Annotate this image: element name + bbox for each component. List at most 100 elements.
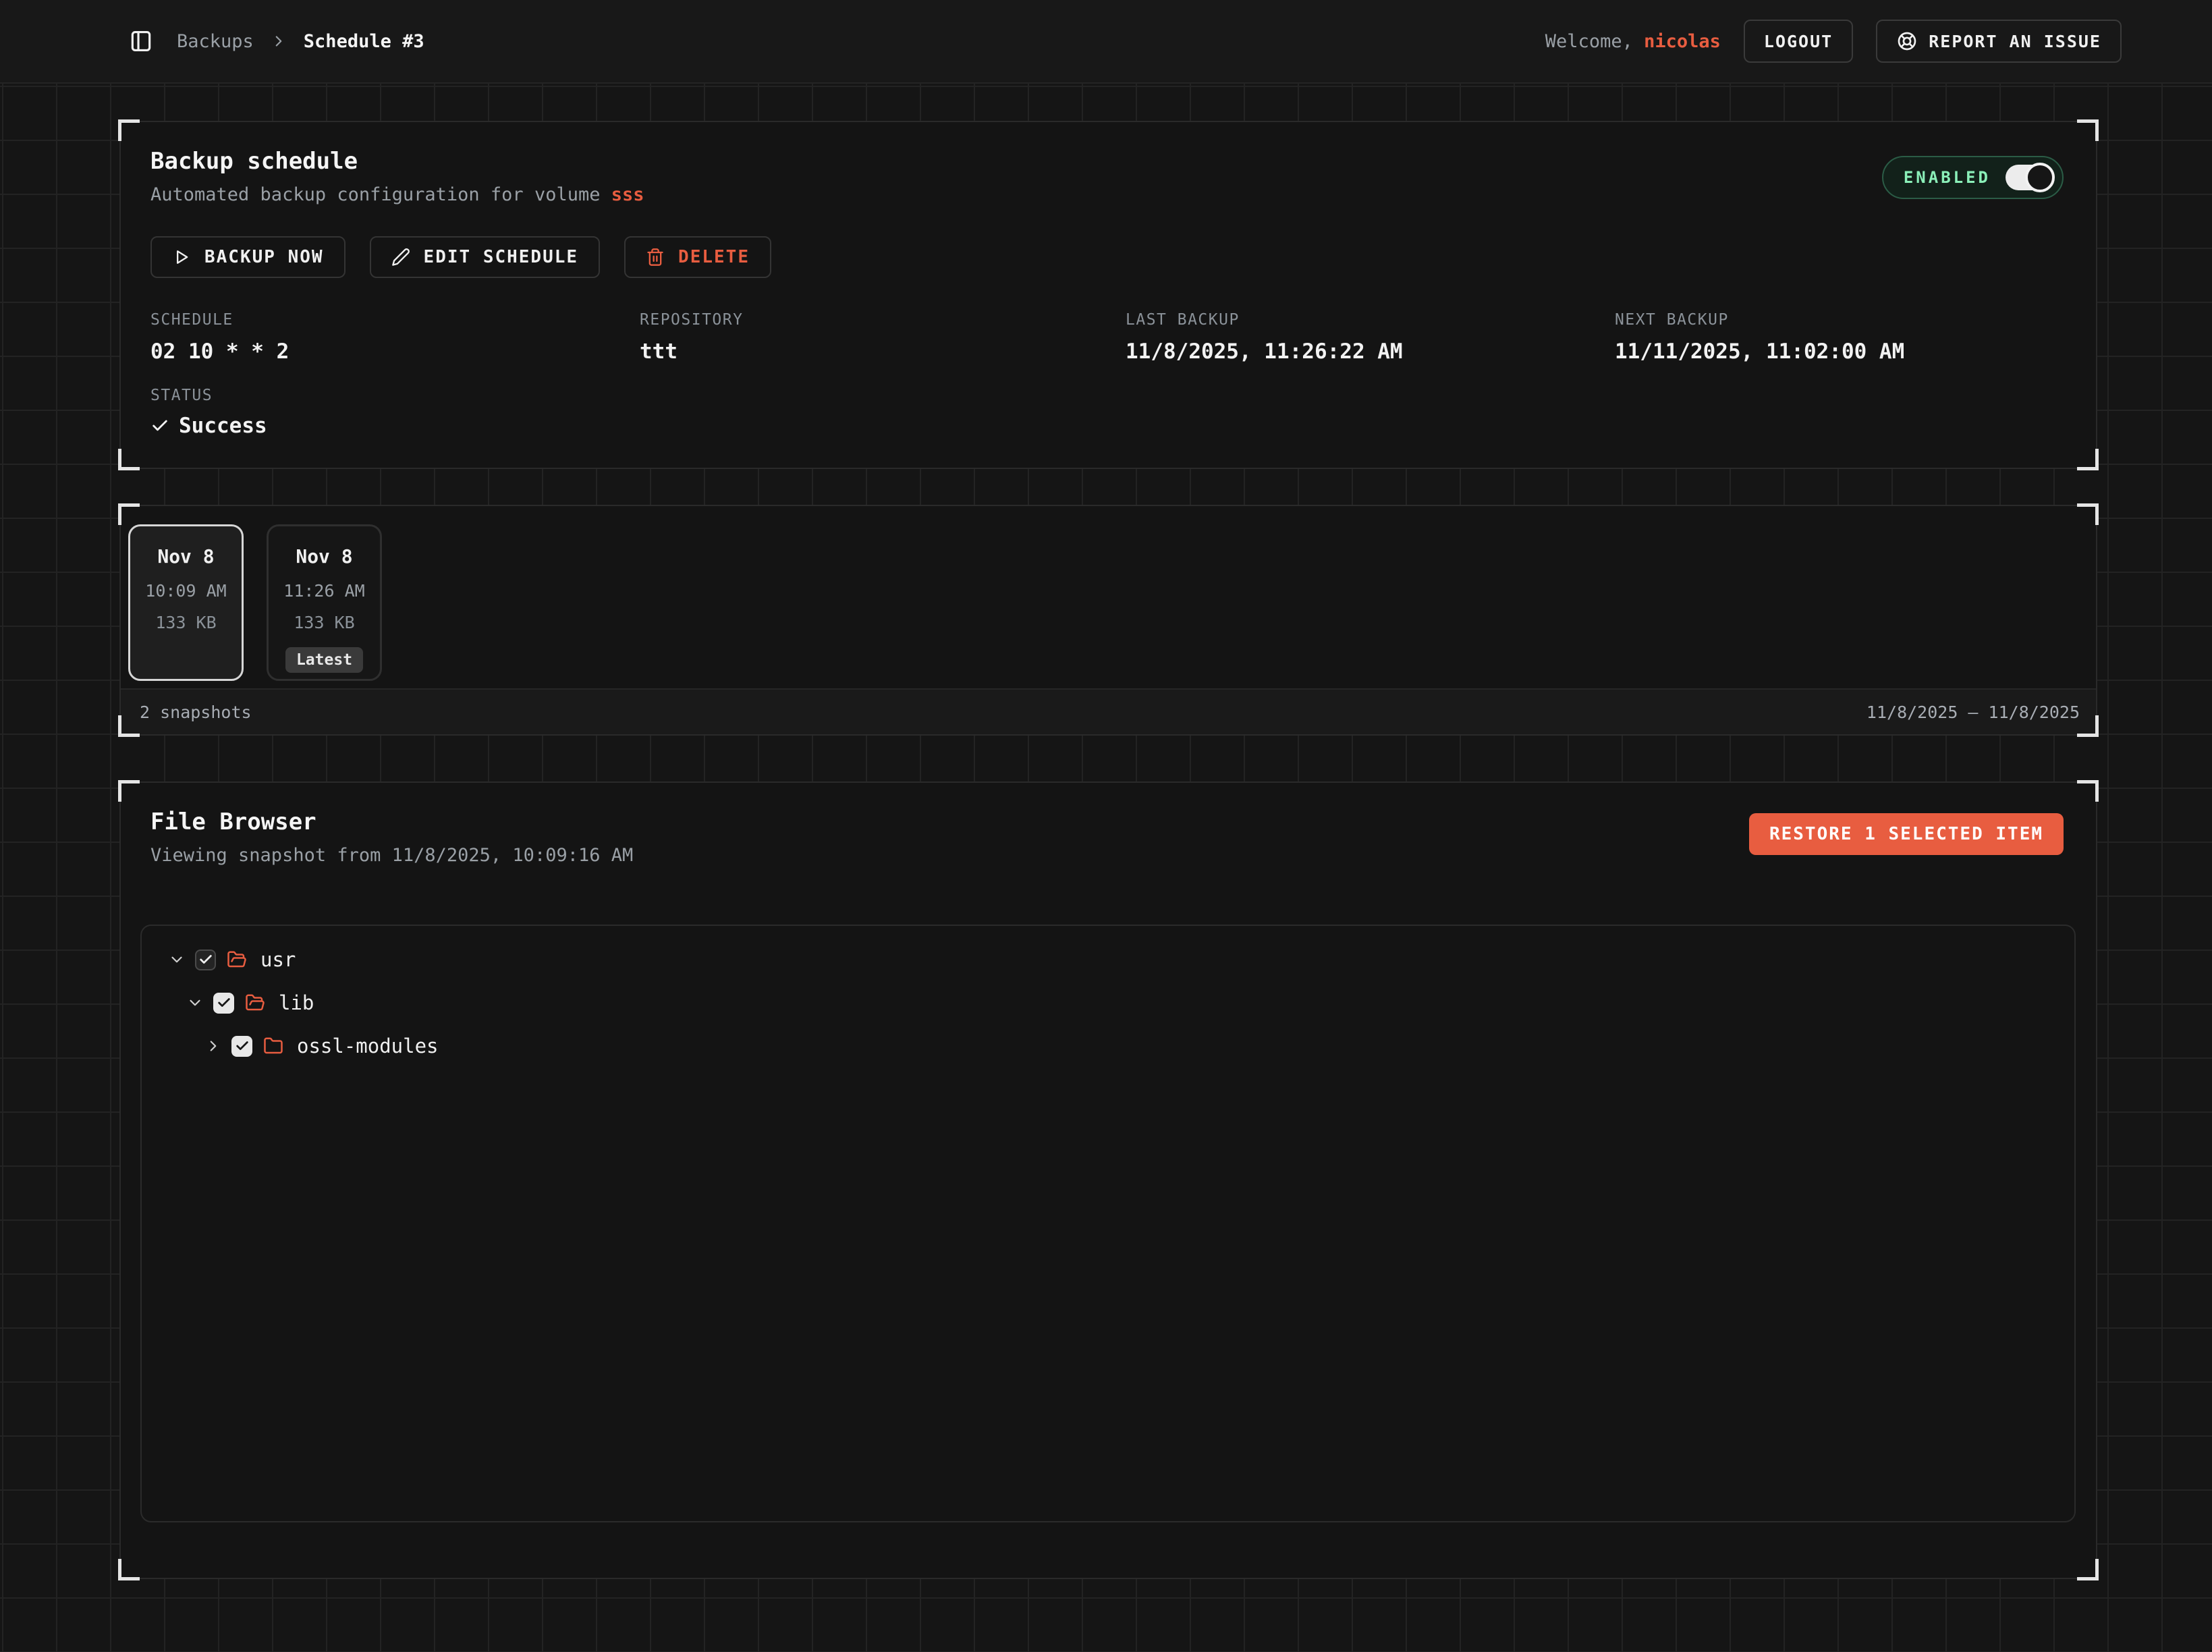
username: nicolas <box>1644 31 1721 52</box>
schedule-panel-subtitle: Automated backup configuration for volum… <box>150 184 644 205</box>
folder-closed-icon <box>263 1036 283 1056</box>
restore-label: RESTORE 1 SELECTED ITEM <box>1769 824 2043 844</box>
checkbox-checked[interactable] <box>213 993 234 1014</box>
chevron-down-icon[interactable] <box>186 994 204 1012</box>
corner-bracket <box>2077 449 2099 470</box>
corner-bracket <box>118 715 140 737</box>
file-browser-subtitle: Viewing snapshot from 11/8/2025, 10:09:1… <box>150 845 633 866</box>
corner-bracket <box>2077 1559 2099 1580</box>
breadcrumb-parent[interactable]: Backups <box>177 31 254 52</box>
tree-row-lib[interactable]: lib <box>142 981 2074 1024</box>
backup-now-label: BACKUP NOW <box>204 247 324 267</box>
corner-bracket <box>2077 780 2099 802</box>
field-label: REPOSITORY <box>640 311 1126 329</box>
file-tree: usr lib ossl-modules <box>140 925 2076 1522</box>
tree-item-name: ossl-modules <box>297 1035 439 1057</box>
trash-icon <box>646 248 665 267</box>
corner-bracket <box>118 1559 140 1580</box>
welcome-text: Welcome, nicolas <box>1545 31 1721 52</box>
field-label: SCHEDULE <box>150 311 640 329</box>
restore-button[interactable]: RESTORE 1 SELECTED ITEM <box>1749 813 2064 855</box>
check-icon <box>150 416 169 435</box>
lifebuoy-icon <box>1896 30 1918 52</box>
snapshot-date: Nov 8 <box>296 545 352 568</box>
schedule-fields: SCHEDULE 02 10 * * 2 REPOSITORY ttt LAST… <box>150 311 2066 364</box>
logout-label: LOGOUT <box>1764 32 1833 51</box>
tree-row-usr[interactable]: usr <box>142 938 2074 981</box>
backup-schedule-panel: Backup schedule Automated backup configu… <box>119 121 2097 469</box>
report-issue-label: REPORT AN ISSUE <box>1929 32 2101 51</box>
snapshot-count: 2 snapshots <box>140 703 252 722</box>
corner-bracket <box>118 503 140 525</box>
tree-item-name: usr <box>260 948 296 971</box>
field-next-backup: NEXT BACKUP 11/11/2025, 11:02:00 AM <box>1615 311 2066 364</box>
status-label: STATUS <box>150 387 267 404</box>
chevron-down-icon[interactable] <box>168 951 186 968</box>
snapshots-panel: Nov 8 10:09 AM 133 KB Nov 8 11:26 AM 133… <box>119 505 2097 736</box>
corner-bracket <box>2077 119 2099 141</box>
tree-row-ossl-modules[interactable]: ossl-modules <box>142 1024 2074 1068</box>
toggle-knob <box>2025 163 2055 192</box>
status-text: Success <box>179 414 267 438</box>
field-repository: REPOSITORY ttt <box>640 311 1126 364</box>
sidebar-toggle-icon[interactable] <box>128 28 154 54</box>
corner-bracket <box>2077 503 2099 525</box>
file-browser-header: File Browser Viewing snapshot from 11/8/… <box>150 808 633 866</box>
field-value: ttt <box>640 339 1126 364</box>
snapshot-card-selected[interactable]: Nov 8 10:09 AM 133 KB <box>128 524 244 681</box>
snapshot-date-range: 11/8/2025 – 11/8/2025 <box>1867 703 2080 722</box>
folder-open-icon <box>227 949 247 970</box>
edit-schedule-label: EDIT SCHEDULE <box>424 247 579 267</box>
report-issue-button[interactable]: REPORT AN ISSUE <box>1876 20 2122 63</box>
logout-button[interactable]: LOGOUT <box>1744 20 1853 63</box>
backup-now-button[interactable]: BACKUP NOW <box>150 236 345 278</box>
tree-item-name: lib <box>279 991 314 1014</box>
play-icon <box>172 248 191 267</box>
chevron-right-icon <box>270 32 287 50</box>
snapshot-card[interactable]: Nov 8 11:26 AM 133 KB Latest <box>267 524 382 681</box>
folder-open-icon <box>245 993 265 1013</box>
snapshot-size: 133 KB <box>294 613 354 632</box>
field-label: LAST BACKUP <box>1126 311 1615 329</box>
chevron-right-icon[interactable] <box>204 1037 222 1055</box>
schedule-actions: BACKUP NOW EDIT SCHEDULE DELETE <box>150 236 771 278</box>
snapshot-time: 11:26 AM <box>283 581 364 601</box>
field-value: 02 10 * * 2 <box>150 339 640 364</box>
latest-badge: Latest <box>285 647 363 673</box>
breadcrumb-current: Schedule #3 <box>304 31 424 52</box>
corner-bracket <box>118 449 140 470</box>
status-value: Success <box>150 414 267 438</box>
field-value: 11/8/2025, 11:26:22 AM <box>1126 339 1615 364</box>
subtitle-prefix: Automated backup configuration for volum… <box>150 184 611 205</box>
snapshot-time: 10:09 AM <box>145 581 226 601</box>
corner-bracket <box>118 780 140 802</box>
enabled-pill: ENABLED <box>1882 156 2064 199</box>
checkbox-checked[interactable] <box>195 949 216 970</box>
snapshots-footer: 2 snapshots 11/8/2025 – 11/8/2025 <box>121 688 2096 734</box>
top-navbar: Backups Schedule #3 Welcome, nicolas LOG… <box>0 0 2212 84</box>
breadcrumb: Backups Schedule #3 <box>177 31 424 52</box>
file-browser-panel: File Browser Viewing snapshot from 11/8/… <box>119 781 2097 1579</box>
schedule-panel-title: Backup schedule <box>150 148 644 175</box>
field-value: 11/11/2025, 11:02:00 AM <box>1615 339 2066 364</box>
snapshot-cards: Nov 8 10:09 AM 133 KB Nov 8 11:26 AM 133… <box>128 524 382 681</box>
field-label: NEXT BACKUP <box>1615 311 2066 329</box>
pencil-icon <box>391 248 410 267</box>
enabled-label: ENABLED <box>1904 168 1991 187</box>
delete-label: DELETE <box>678 247 750 267</box>
schedule-panel-header: Backup schedule Automated backup configu… <box>150 148 644 205</box>
enabled-toggle[interactable] <box>2006 165 2053 190</box>
field-status: STATUS Success <box>150 387 267 438</box>
checkbox-checked[interactable] <box>231 1036 252 1057</box>
file-browser-title: File Browser <box>150 808 633 835</box>
field-schedule: SCHEDULE 02 10 * * 2 <box>150 311 640 364</box>
volume-name: sss <box>611 184 644 205</box>
snapshot-date: Nov 8 <box>157 545 214 568</box>
corner-bracket <box>2077 715 2099 737</box>
snapshot-size: 133 KB <box>155 613 216 632</box>
welcome-prefix: Welcome, <box>1545 31 1633 52</box>
field-last-backup: LAST BACKUP 11/8/2025, 11:26:22 AM <box>1126 311 1615 364</box>
delete-button[interactable]: DELETE <box>624 236 771 278</box>
corner-bracket <box>118 119 140 141</box>
edit-schedule-button[interactable]: EDIT SCHEDULE <box>370 236 601 278</box>
